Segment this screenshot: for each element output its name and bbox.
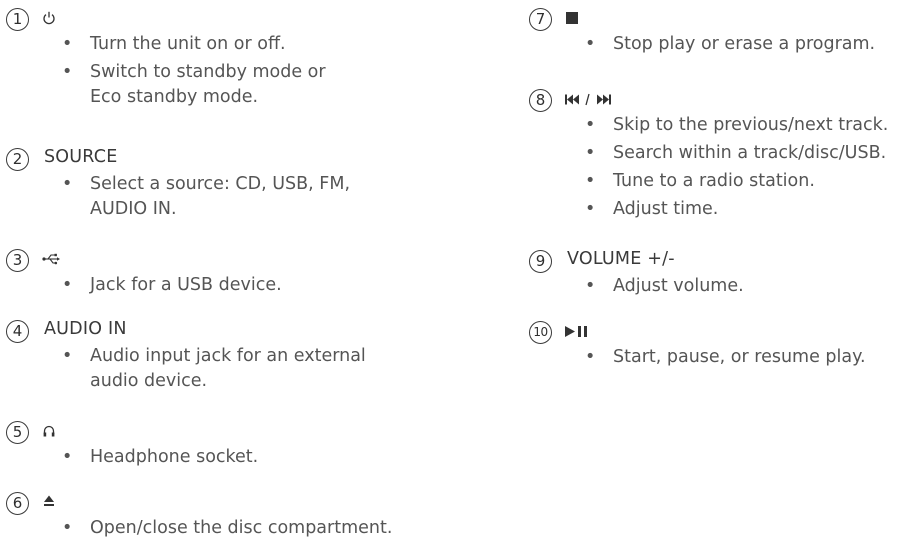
- prev-next-icon: [565, 93, 611, 106]
- item-4: 4 AUDIO IN Audio input jack for an exter…: [0, 314, 380, 397]
- bullet: Switch to standby mode or Eco standby mo…: [0, 60, 355, 110]
- item-number: 6: [6, 492, 29, 515]
- power-icon: [43, 11, 55, 25]
- bullet: Tune to a radio station.: [523, 169, 888, 194]
- item-title: AUDIO IN: [44, 319, 127, 339]
- item-8: 8 Skip to the previous/next track. Searc…: [523, 83, 888, 225]
- item-title: VOLUME +/-: [567, 249, 675, 269]
- bullet: Adjust time.: [523, 197, 888, 222]
- item-number: 3: [6, 249, 29, 272]
- bullet: Headphone socket.: [0, 445, 258, 470]
- bullet: Search within a track/disc/USB.: [523, 141, 888, 166]
- bullet: Start, pause, or resume play.: [523, 345, 866, 370]
- bullet: Adjust volume.: [523, 274, 744, 299]
- item-number: 4: [6, 320, 29, 343]
- bullet: Audio input jack for an external audio d…: [0, 344, 380, 394]
- stop-icon: [566, 12, 578, 24]
- bullet: Turn the unit on or off.: [0, 32, 355, 57]
- eject-icon: [44, 495, 54, 506]
- item-2: 2 SOURCE Select a source: CD, USB, FM, A…: [0, 142, 380, 225]
- item-9: 9 VOLUME +/- Adjust volume.: [523, 244, 744, 302]
- item-1: 1 Turn the unit on or off. Switch to sta…: [0, 2, 355, 113]
- item-number: 5: [6, 421, 29, 444]
- item-number: 9: [529, 250, 552, 273]
- item-6: 6 Open/close the disc compartment.: [0, 486, 392, 544]
- bullet: Skip to the previous/next track.: [523, 113, 888, 138]
- item-number: 2: [6, 148, 29, 171]
- bullet: Open/close the disc compartment.: [0, 516, 392, 541]
- item-number: 7: [529, 8, 552, 31]
- bullet: Stop play or erase a program.: [523, 32, 875, 57]
- play-pause-icon: [565, 326, 587, 337]
- item-3: 3 Jack for a USB device.: [0, 243, 282, 301]
- bullet: Jack for a USB device.: [0, 273, 282, 298]
- item-number: 1: [6, 8, 29, 31]
- item-number: 8: [529, 89, 552, 112]
- headphone-icon: [43, 425, 55, 437]
- usb-icon: [42, 253, 60, 265]
- bullet: Select a source: CD, USB, FM, AUDIO IN.: [0, 172, 380, 222]
- item-number: 10: [529, 321, 552, 344]
- item-title: SOURCE: [44, 147, 118, 167]
- item-10: 10 Start, pause, or resume play.: [523, 315, 866, 373]
- item-7: 7 Stop play or erase a program.: [523, 2, 875, 60]
- item-5: 5 Headphone socket.: [0, 415, 258, 473]
